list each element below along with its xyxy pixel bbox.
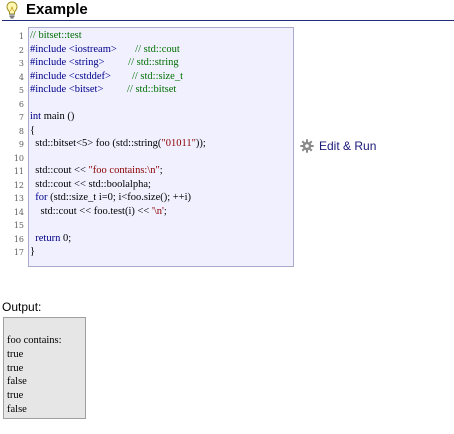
code-line: } — [30, 245, 206, 259]
line-number: 12 — [13, 180, 24, 190]
code-token: std::cout << std::boolalpha; — [30, 178, 151, 190]
output-line: false — [7, 376, 27, 388]
output-text: foo contains: true true false true false — [7, 334, 62, 417]
line-number: 11 — [13, 167, 24, 176]
gear-icon — [300, 139, 314, 153]
code-token: // std::string — [104, 57, 179, 68]
line-number: 1 — [18, 32, 24, 41]
lightbulb-icon — [6, 1, 18, 19]
code-listing: // bitset::test#include <iostream> // st… — [30, 29, 206, 259]
example-title: Example — [26, 1, 88, 18]
code-token: std::cout << foo.test(i) << — [30, 205, 152, 217]
line-number: 8 — [18, 126, 24, 136]
code-token: ; — [159, 165, 163, 176]
page: Example 1 2 3 4 5 6 7 8 9 10 11 12 13 14 15 16 17 // bit… — [0, 0, 454, 434]
output-line: false — [7, 403, 27, 415]
code-line: std::bitset<5> foo (std::string("01011")… — [30, 137, 206, 151]
edit-and-run-label: Edit & Run — [319, 139, 377, 153]
line-number: 17 — [13, 248, 24, 257]
code-line: ​ — [30, 151, 206, 165]
output-label: Output: — [2, 300, 42, 314]
code-token: '\n' — [151, 205, 164, 217]
code-token: #include <iostream> — [30, 43, 117, 55]
code-line: std::cout << "foo contains:\n"; — [30, 164, 206, 178]
code-token: #include <string> — [30, 57, 105, 68]
line-number: 4 — [18, 72, 24, 82]
code-token: std::bitset<5> foo (std::string( — [30, 138, 162, 149]
output-line: true — [7, 348, 24, 360]
code-token: )); — [195, 138, 206, 149]
line-number: 9 — [18, 140, 24, 149]
code-token: ; — [163, 205, 167, 217]
line-number: 16 — [13, 234, 24, 244]
code-token: 0; — [60, 232, 72, 244]
edit-and-run-link[interactable]: Edit & Run — [300, 138, 376, 154]
output-line: true — [7, 390, 24, 402]
output-panel: foo contains: true true false true false — [3, 317, 86, 419]
line-number: 2 — [18, 45, 24, 55]
code-token: std::cout << — [30, 165, 89, 176]
code-token: { — [30, 124, 36, 136]
line-number: 6 — [18, 99, 24, 109]
line-number: 7 — [18, 113, 24, 122]
code-token: // std::bitset — [103, 84, 177, 95]
line-number: 14 — [13, 207, 24, 217]
code-line: #include <cstddef> // std::size_t — [30, 70, 206, 84]
output-line: true — [7, 362, 24, 374]
line-number: 15 — [13, 221, 24, 230]
code-line: #include <iostream> // std::cout — [30, 43, 206, 57]
code-token: main () — [41, 111, 75, 122]
code-line: std::cout << std::boolalpha; — [30, 178, 206, 192]
code-line: for (std::size_t i=0; i<foo.size(); ++i) — [30, 191, 206, 205]
line-number: 5 — [18, 86, 24, 95]
code-line: int main () — [30, 110, 206, 124]
code-token: "01011" — [161, 138, 196, 149]
code-line: return 0; — [30, 232, 206, 246]
line-number: 3 — [18, 59, 24, 68]
code-line: #include <bitset> // std::bitset — [30, 83, 206, 97]
code-line: { — [30, 124, 206, 138]
code-token: #include <cstddef> — [30, 70, 111, 82]
code-token: return — [35, 232, 61, 244]
line-number: 13 — [13, 194, 24, 203]
code-token: // std::size_t — [110, 70, 183, 82]
line-number: 10 — [13, 153, 24, 163]
code-token: (std::size_t i=0; i<foo.size(); ++i) — [47, 192, 192, 203]
code-line: ​ — [30, 97, 206, 111]
code-token: // std::cout — [116, 43, 180, 55]
code-line: // bitset::test — [30, 29, 206, 43]
code-line: ​ — [30, 218, 206, 232]
code-token: #include <bitset> — [30, 84, 104, 95]
code-token: "foo contains:\n" — [88, 165, 160, 176]
output-line: foo contains: — [7, 335, 62, 346]
line-number-gutter: 1 2 3 4 5 6 7 8 9 10 11 12 13 14 15 16 17 — [4, 30, 24, 260]
code-token: } — [30, 246, 36, 257]
code-token: // bitset::test — [30, 30, 82, 41]
code-token: int — [30, 111, 42, 122]
code-line: #include <string> // std::string — [30, 56, 206, 70]
code-line: std::cout << foo.test(i) << '\n'; — [30, 205, 206, 219]
example-header: Example — [2, 0, 454, 21]
code-token: for — [35, 192, 48, 203]
